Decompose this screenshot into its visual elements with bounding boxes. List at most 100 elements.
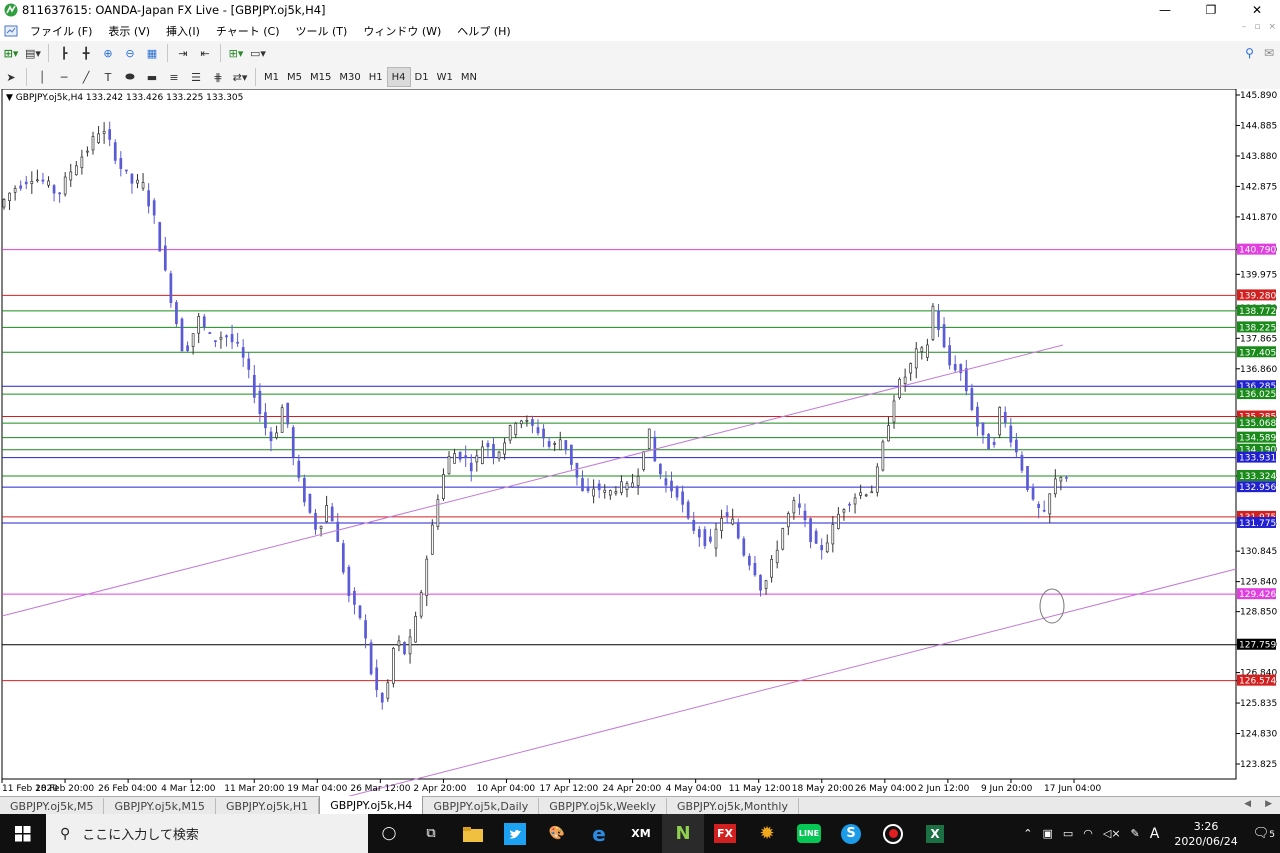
chart-area[interactable]: 145.890 144.885 143.880 142.875 141.870 140.7… (0, 89, 1280, 796)
candle-body (97, 133, 100, 144)
price-scale-label: 123.825 (1240, 760, 1277, 770)
menu-file[interactable]: ファイル (F) (22, 23, 100, 39)
fx-icon[interactable]: FX (704, 814, 746, 853)
trendline-icon[interactable]: ╱ (77, 67, 95, 87)
rectangle-icon[interactable]: ▬ (143, 67, 161, 87)
file-explorer-icon[interactable] (452, 814, 494, 853)
chart-shift-icon[interactable]: ⇤ (196, 43, 214, 63)
candle-body (642, 451, 646, 470)
candle-body (197, 316, 201, 334)
sun-app-icon[interactable]: ✹ (746, 814, 788, 853)
candle-body (102, 130, 106, 134)
indicators-icon[interactable]: ⊞▾ (227, 43, 245, 63)
vertical-line-icon[interactable]: │ (33, 67, 51, 87)
time-axis-label: 24 Apr 20:00 (603, 784, 662, 794)
gann-icon[interactable]: ⋕ (209, 67, 227, 87)
horizontal-line-icon[interactable]: ─ (55, 67, 73, 87)
timeframe-mn[interactable]: MN (457, 68, 481, 86)
chat-icon[interactable]: ✉ (1264, 46, 1274, 60)
tab-scroll-left-icon[interactable]: ◀ (1244, 799, 1251, 809)
tab-weekly[interactable]: GBPJPY.oj5k,Weekly (539, 798, 667, 815)
new-chart-icon[interactable]: ⊞▾ (2, 43, 20, 63)
menu-insert[interactable]: 挿入(I) (158, 23, 208, 39)
line-icon[interactable]: LINE (788, 814, 830, 853)
templates-icon[interactable]: ▭▾ (249, 43, 267, 63)
minimize-button[interactable]: — (1142, 0, 1188, 20)
menu-view[interactable]: 表示 (V) (100, 23, 158, 39)
profiles-icon[interactable]: ▤▾ (24, 43, 42, 63)
battery-icon[interactable]: ▭ (1058, 827, 1078, 840)
start-button[interactable] (0, 814, 46, 853)
arrows-icon[interactable]: ⇄▾ (231, 67, 249, 87)
tab-m15[interactable]: GBPJPY.oj5k,M15 (104, 798, 216, 815)
restore-button[interactable]: ❐ (1188, 0, 1234, 20)
close-button[interactable]: ✕ (1234, 0, 1280, 20)
notifications-icon[interactable]: 🗨5 (1248, 826, 1280, 841)
mdi-restore-icon[interactable]: ▫ (1254, 22, 1260, 32)
tile-windows-icon[interactable]: ▦ (143, 43, 161, 63)
tab-monthly[interactable]: GBPJPY.oj5k,Monthly (667, 798, 799, 815)
tab-m5[interactable]: GBPJPY.oj5k,M5 (0, 798, 105, 815)
chart-tabs: GBPJPY.oj5k,M5 GBPJPY.oj5k,M15 GBPJPY.oj… (0, 796, 1280, 815)
edge-icon[interactable]: e (578, 814, 620, 853)
record-icon[interactable] (872, 814, 914, 853)
timeframe-m30[interactable]: M30 (335, 68, 364, 86)
volume-icon[interactable]: ◁× (1098, 827, 1126, 840)
menu-help[interactable]: ヘルプ (H) (449, 23, 518, 39)
tab-h1[interactable]: GBPJPY.oj5k,H1 (216, 798, 320, 815)
timeframe-m5[interactable]: M5 (283, 68, 306, 86)
menu-charts[interactable]: チャート (C) (208, 23, 288, 39)
clock[interactable]: 3:26 2020/06/24 (1164, 819, 1247, 849)
fibonacci-icon[interactable]: ☰ (187, 67, 205, 87)
xm-icon[interactable]: XM (620, 814, 662, 853)
price-scale-label: 128.850 (1240, 608, 1277, 618)
text-tool-icon[interactable]: T (99, 67, 117, 87)
twitter-icon[interactable] (494, 814, 536, 853)
ime-indicator[interactable]: A (1145, 826, 1165, 842)
mdi-close-icon[interactable]: × (1268, 22, 1276, 32)
menu-tools[interactable]: ツール (T) (288, 23, 356, 39)
tab-h4[interactable]: GBPJPY.oj5k,H4 (319, 796, 424, 815)
bar-chart-icon[interactable]: ┣ (55, 43, 73, 63)
candle-body (492, 444, 495, 458)
cursor-icon[interactable]: ➤ (2, 67, 20, 87)
task-view-icon[interactable]: ⧉ (410, 814, 452, 853)
candle-body (497, 451, 501, 459)
taskbar-search[interactable]: ⚲ ここに入力して検索 (46, 814, 368, 853)
channel-icon[interactable]: ≡ (165, 67, 183, 87)
price-chart[interactable]: 145.890 144.885 143.880 142.875 141.870 140.7… (0, 89, 1280, 796)
candle-body (987, 433, 990, 450)
candle-body (69, 171, 73, 181)
pen-icon[interactable]: ✎ (1126, 827, 1145, 840)
tab-scroll-right-icon[interactable]: ▶ (1265, 799, 1272, 809)
zoom-in-icon[interactable]: ⊕ (99, 43, 117, 63)
timeframe-d1[interactable]: D1 (411, 68, 433, 86)
timeframe-h4[interactable]: H4 (386, 67, 411, 87)
time-axis-label: 11 Mar 20:00 (224, 784, 284, 794)
timeframe-h1[interactable]: H1 (365, 68, 387, 86)
timeframe-w1[interactable]: W1 (433, 68, 457, 86)
show-hidden-icon[interactable]: ⌃ (1018, 827, 1037, 840)
candlestick-icon[interactable]: ╋ (77, 43, 95, 63)
candle-body (152, 200, 156, 216)
search-icon[interactable]: ⚲ (1245, 46, 1254, 60)
timeframe-m1[interactable]: M1 (260, 68, 283, 86)
timeframe-m15[interactable]: M15 (306, 68, 335, 86)
paint-icon[interactable]: 🎨 (536, 814, 578, 853)
ellipse-icon[interactable]: ⬬ (121, 67, 139, 87)
camera-icon[interactable]: ▣ (1037, 827, 1057, 840)
zoom-out-icon[interactable]: ⊖ (121, 43, 139, 63)
tab-daily[interactable]: GBPJPY.oj5k,Daily (423, 798, 540, 815)
menu-window[interactable]: ウィンドウ (W) (355, 23, 449, 39)
candle-body (620, 481, 623, 493)
cortana-icon[interactable]: ◯ (368, 814, 410, 853)
excel-icon[interactable]: X (914, 814, 956, 853)
auto-scroll-icon[interactable]: ⇥ (174, 43, 192, 63)
candle-body (909, 363, 913, 374)
network-icon[interactable]: ◠ (1078, 827, 1098, 840)
chart-window-icon[interactable] (4, 24, 18, 38)
candle-body (291, 427, 295, 458)
skype-icon[interactable]: S (830, 814, 872, 853)
n-app-icon[interactable]: N (662, 814, 704, 853)
mdi-minimize-icon[interactable]: – (1242, 22, 1247, 32)
